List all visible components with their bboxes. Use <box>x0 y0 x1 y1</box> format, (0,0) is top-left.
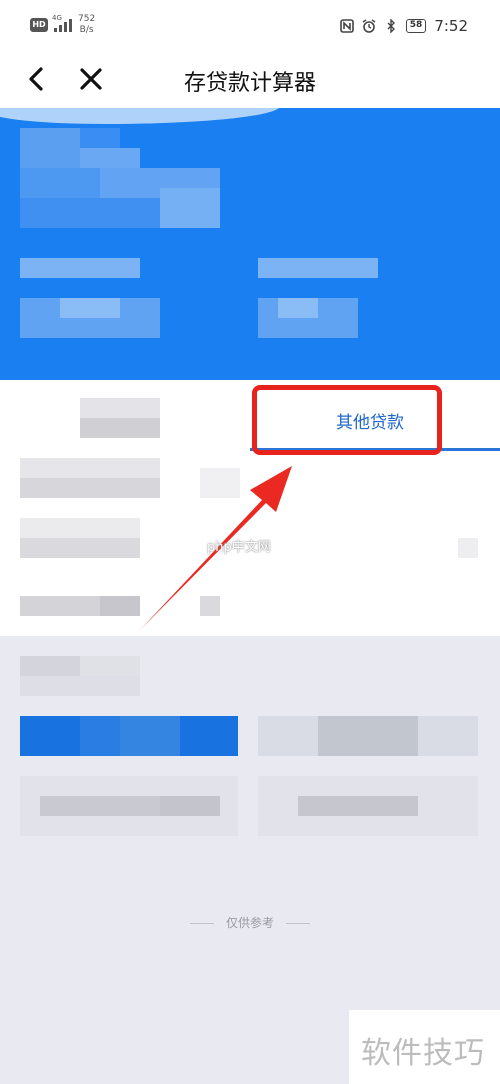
blurred-stat-left <box>20 258 160 338</box>
header-wave-decoration <box>0 108 280 124</box>
nfc-icon <box>339 19 354 33</box>
annotation-highlight-box <box>252 385 442 455</box>
watermark-php: php中文网 <box>207 540 271 555</box>
watermark-corner-text: 软件技巧 <box>361 1036 485 1071</box>
loan-summary-card <box>0 108 500 380</box>
watermark-corner: 软件技巧 <box>349 1010 500 1084</box>
disclaimer-note: 仅供参考 <box>0 914 500 931</box>
bluetooth-icon <box>384 18 398 34</box>
net-speed-unit: B/s <box>79 25 94 35</box>
clock: 7:52 <box>434 17 468 35</box>
blurred-section-label <box>20 656 140 696</box>
net-speed-value: 752 <box>78 14 96 24</box>
page-title: 存贷款计算器 <box>183 71 316 96</box>
blurred-stat-right <box>258 258 398 338</box>
status-right: 58 7:52 <box>339 17 468 35</box>
blurred-secondary-button[interactable] <box>258 716 478 756</box>
form-row-3[interactable] <box>20 596 220 616</box>
signal-strength-icon: 4G <box>52 14 72 32</box>
form-row-2-value[interactable] <box>458 538 478 558</box>
status-left: HD 4G 752 B/s <box>30 14 95 36</box>
signal-type: 4G <box>52 14 62 22</box>
form-row-1[interactable] <box>20 458 240 498</box>
net-speed: 752 B/s <box>78 14 95 36</box>
alarm-icon <box>362 19 376 33</box>
disclaimer-text: 仅供参考 <box>225 916 274 930</box>
blurred-summary-title <box>20 128 220 228</box>
hd-badge: HD <box>30 18 48 32</box>
status-bar: HD 4G 752 B/s 58 7:52 <box>0 0 500 56</box>
battery-indicator: 58 <box>405 19 427 33</box>
tab-blurred-left[interactable] <box>80 398 160 438</box>
blurred-result-left <box>20 776 238 836</box>
blurred-primary-button[interactable] <box>20 716 238 756</box>
app-header: 存贷款计算器 <box>0 56 500 108</box>
blurred-result-right <box>258 776 478 836</box>
